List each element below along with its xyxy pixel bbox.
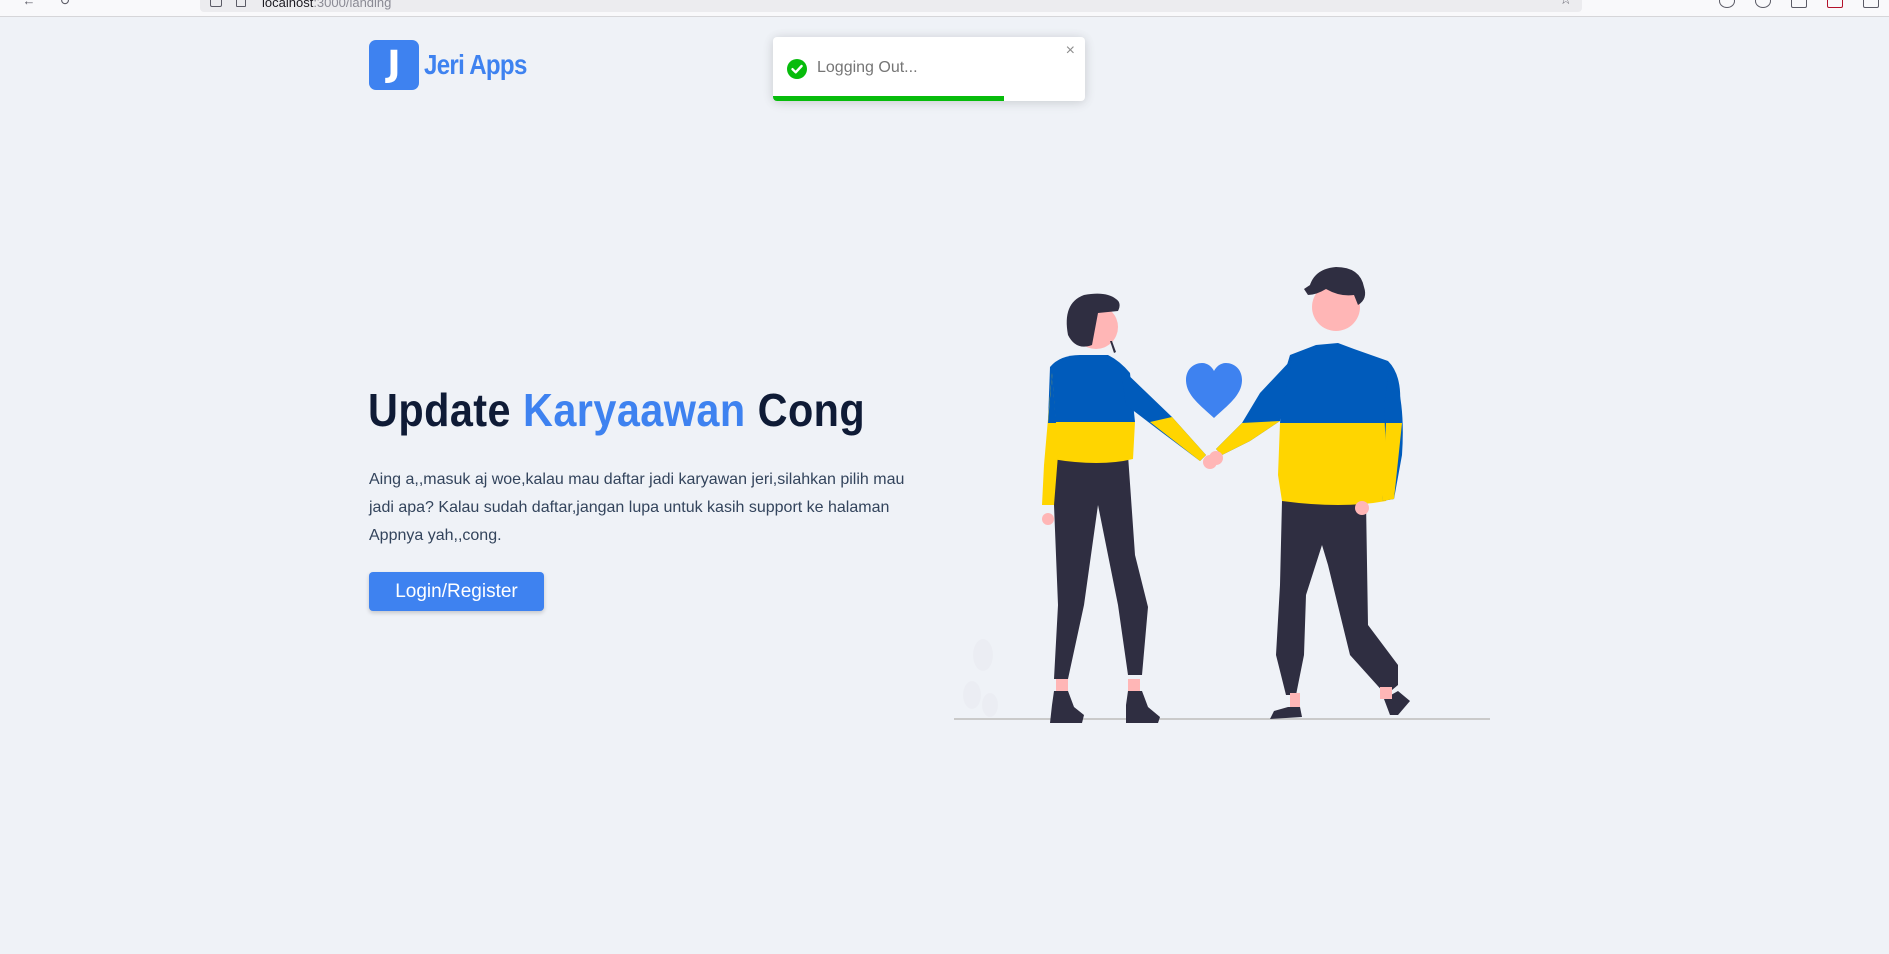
menu-icon[interactable] xyxy=(1863,0,1879,8)
toast-progress-track xyxy=(773,96,1085,101)
page-icon xyxy=(236,0,246,7)
login-register-button[interactable]: Login/Register xyxy=(369,572,544,611)
extensions-icon[interactable] xyxy=(1791,0,1807,8)
toast-message: Logging Out... xyxy=(817,59,918,76)
reload-icon[interactable]: ↻ xyxy=(58,0,72,8)
browser-extension-icons xyxy=(1719,0,1879,8)
hero-description: Aing a,,masuk aj woe,kalau mau daftar ja… xyxy=(369,471,905,544)
account-icon[interactable] xyxy=(1755,0,1771,8)
man-sweater-bottom xyxy=(1278,423,1401,505)
url-text: localhost:3000/landing xyxy=(262,0,392,10)
toast-progress-bar xyxy=(773,96,1004,101)
browser-toolbar: ← ↻ localhost:3000/landing ☆ xyxy=(0,0,1889,17)
pocket-icon[interactable] xyxy=(1719,0,1735,8)
couple-illustration xyxy=(954,267,1490,723)
address-bar[interactable]: localhost:3000/landing ☆ xyxy=(200,0,1582,12)
woman-figure xyxy=(1042,293,1217,723)
back-icon[interactable]: ← xyxy=(22,0,36,8)
man-figure xyxy=(1209,267,1410,719)
woman-sweater-bottom xyxy=(1048,422,1135,463)
close-icon[interactable]: × xyxy=(1066,43,1075,59)
brand-logo: J xyxy=(369,40,419,90)
plant-shapes xyxy=(963,639,998,717)
heart-icon xyxy=(1186,363,1242,418)
extension-red-icon[interactable] xyxy=(1827,0,1843,8)
brand-name: Jeri Apps xyxy=(424,49,527,80)
lock-icon xyxy=(210,0,222,7)
hero-title-accent: Karyaawan xyxy=(522,384,746,436)
brand[interactable]: J Jeri Apps xyxy=(369,40,543,90)
woman-sweater-top xyxy=(1048,355,1135,422)
check-circle-icon xyxy=(787,59,807,79)
hero-title: Update Karyaawan Cong xyxy=(368,384,866,436)
man-sweater-top xyxy=(1280,343,1401,423)
bookmark-star-icon[interactable]: ☆ xyxy=(1559,0,1572,8)
toast-notification[interactable]: Logging Out... × xyxy=(773,37,1085,101)
